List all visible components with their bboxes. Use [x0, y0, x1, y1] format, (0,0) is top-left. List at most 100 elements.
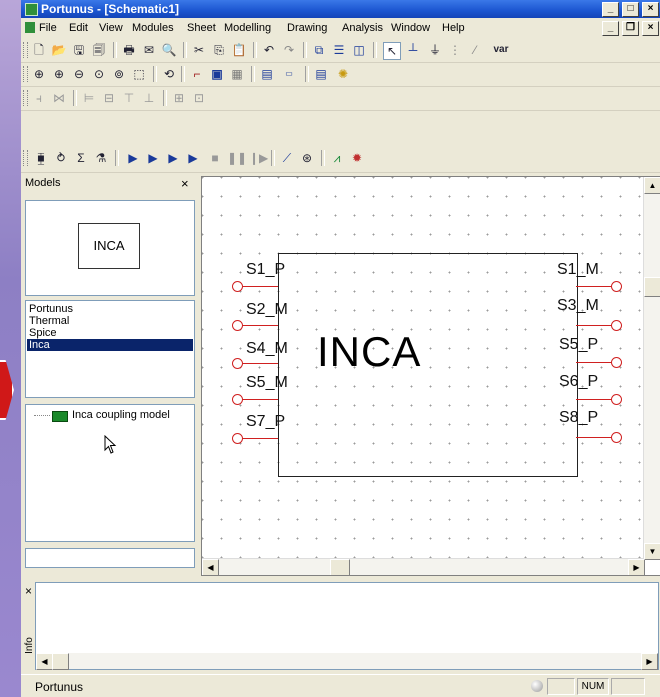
print-icon[interactable]: 🖶 — [121, 42, 137, 58]
zoom-area-icon[interactable]: ⬚ — [131, 66, 147, 82]
mirror-icon[interactable]: ⋈ — [51, 90, 67, 106]
info-icon[interactable]: ▭ — [279, 66, 299, 82]
stop-icon[interactable]: ■ — [207, 150, 223, 166]
align-center-icon[interactable]: ⊟ — [101, 90, 117, 106]
cut-icon[interactable]: ✂ — [191, 42, 207, 58]
minimize-button[interactable]: _ — [602, 2, 619, 17]
save-icon[interactable]: 🖫 — [71, 42, 87, 58]
schematic-canvas[interactable]: INCA S1_P S2_M S4_M S5_M S7_P S1_M S3_M … — [201, 176, 660, 576]
group-icon[interactable]: ⊞ — [171, 90, 187, 106]
tile-horizontal-icon[interactable]: ☰ — [331, 42, 347, 58]
bus-icon[interactable]: ⋮ — [447, 42, 463, 58]
menu-help[interactable]: Help — [442, 22, 465, 34]
app-icon[interactable] — [25, 3, 38, 16]
model-tree[interactable]: Inca coupling model — [25, 404, 195, 542]
align-bottom-icon[interactable]: ⊤ — [121, 90, 137, 106]
models-panel-close-button[interactable]: × — [181, 176, 189, 191]
mail-icon[interactable]: ✉ — [141, 42, 157, 58]
tree-item-inca-coupling-model[interactable]: Inca coupling model — [72, 409, 170, 421]
info-scroll-left-icon[interactable]: ◀ — [36, 653, 53, 670]
toolbar-grip[interactable] — [23, 42, 28, 58]
info-panel-close-button[interactable]: × — [25, 584, 32, 598]
vertical-scroll-thumb[interactable] — [644, 277, 660, 297]
block-icon[interactable]: ▣ — [209, 66, 225, 82]
open-icon[interactable]: 📂 — [51, 42, 67, 58]
pin-terminal[interactable] — [232, 320, 243, 331]
menu-analysis[interactable]: Analysis — [342, 22, 383, 34]
pin-terminal[interactable] — [611, 357, 622, 368]
horizontal-scrollbar[interactable]: ◀ ▶ — [202, 558, 645, 575]
select-pointer-icon[interactable]: ↖ — [383, 42, 401, 60]
scroll-right-icon[interactable]: ▶ — [628, 559, 645, 575]
zoom-previous-icon[interactable]: ⊚ — [111, 66, 127, 82]
maximize-button[interactable]: □ — [622, 2, 639, 17]
scroll-up-icon[interactable]: ▲ — [644, 177, 660, 194]
doc-close-button[interactable]: × — [642, 21, 659, 36]
title-bar[interactable]: Portunus - [Schematic1] _ □ × — [21, 0, 660, 18]
label-icon[interactable]: ⁄ — [467, 42, 483, 58]
parameter-icon[interactable]: ⊛ — [299, 150, 315, 166]
solver-icon[interactable]: ⥁ — [53, 150, 69, 166]
refresh-icon[interactable]: ⟲ — [161, 66, 177, 82]
pin-terminal[interactable] — [232, 394, 243, 405]
scroll-down-icon[interactable]: ▼ — [644, 543, 660, 560]
new-icon[interactable]: 🗋 — [31, 42, 47, 58]
check-icon[interactable]: ⧯ — [33, 150, 49, 166]
library-item-spice[interactable]: Spice — [29, 327, 57, 339]
align-left-icon[interactable]: ⫞ — [31, 90, 47, 106]
ground-icon[interactable]: ⏚ — [427, 42, 443, 58]
wire-icon[interactable]: ┴ — [405, 42, 421, 58]
zoom-in-icon[interactable]: ⊕ — [51, 66, 67, 82]
menu-modules[interactable]: Modules — [132, 22, 174, 34]
menu-view[interactable]: View — [99, 22, 123, 34]
vertical-scrollbar[interactable]: ▲ ▼ — [643, 177, 660, 560]
zoom-fit-icon[interactable]: ⊕ — [31, 66, 47, 82]
ac-analysis-icon[interactable]: ▶ — [165, 150, 181, 166]
menu-edit[interactable]: Edit — [69, 22, 88, 34]
menu-window[interactable]: Window — [391, 22, 430, 34]
pin-terminal[interactable] — [611, 432, 622, 443]
pin-terminal[interactable] — [232, 281, 243, 292]
hierarchy-icon[interactable]: ▤ — [259, 66, 275, 82]
library-item-thermal[interactable]: Thermal — [29, 315, 69, 327]
library-item-inca[interactable]: Inca — [27, 339, 193, 351]
op-analysis-icon[interactable]: ▶ — [125, 150, 141, 166]
pause-icon[interactable]: ❚❚ — [227, 150, 247, 166]
pin-terminal[interactable] — [611, 320, 622, 331]
plot-icon[interactable]: ⟋ — [279, 150, 295, 166]
menu-sheet[interactable]: Sheet — [187, 22, 216, 34]
net-name-icon[interactable]: ⌐ — [189, 66, 205, 82]
toolbar-grip[interactable] — [23, 90, 28, 106]
align-top-icon[interactable]: ⊨ — [81, 90, 97, 106]
zoom-out-icon[interactable]: ⊖ — [71, 66, 87, 82]
menu-drawing[interactable]: Drawing — [287, 22, 327, 34]
menu-modelling[interactable]: Modelling — [224, 22, 271, 34]
copy-icon[interactable]: ⎘ — [211, 42, 227, 58]
info-scroll-right-icon[interactable]: ▶ — [641, 653, 658, 670]
waveform-icon[interactable]: ⩘ — [329, 150, 345, 166]
grid-icon[interactable]: ▦ — [229, 66, 245, 82]
variable-button[interactable]: var — [487, 42, 515, 58]
inca-component[interactable]: INCA — [278, 253, 578, 477]
pin-terminal[interactable] — [232, 358, 243, 369]
settings-gear-icon[interactable]: ✹ — [349, 150, 365, 166]
toolbar-grip[interactable] — [23, 150, 28, 166]
close-button[interactable]: × — [642, 2, 659, 17]
pin-terminal[interactable] — [232, 433, 243, 444]
doc-minimize-button[interactable]: _ — [602, 21, 619, 36]
horizontal-scroll-thumb[interactable] — [330, 559, 350, 575]
info-horizontal-scrollbar[interactable]: ◀ ▶ — [36, 653, 658, 670]
info-output[interactable]: ◀ ▶ — [35, 582, 659, 670]
step-icon[interactable]: ❙▶ — [249, 150, 268, 166]
redo-icon[interactable]: ↷ — [281, 42, 297, 58]
doc-icon[interactable] — [25, 22, 35, 33]
model-search-input[interactable] — [25, 548, 195, 568]
paste-icon[interactable]: 📋 — [231, 42, 247, 58]
doc-restore-button[interactable]: ❐ — [622, 21, 639, 36]
pin-terminal[interactable] — [611, 281, 622, 292]
library-item-portunus[interactable]: Portunus — [29, 303, 73, 315]
flask-icon[interactable]: ⚗ — [93, 150, 109, 166]
tile-vertical-icon[interactable]: ◫ — [351, 42, 367, 58]
info-scroll-thumb[interactable] — [52, 653, 69, 670]
toolbar-grip[interactable] — [23, 66, 28, 82]
